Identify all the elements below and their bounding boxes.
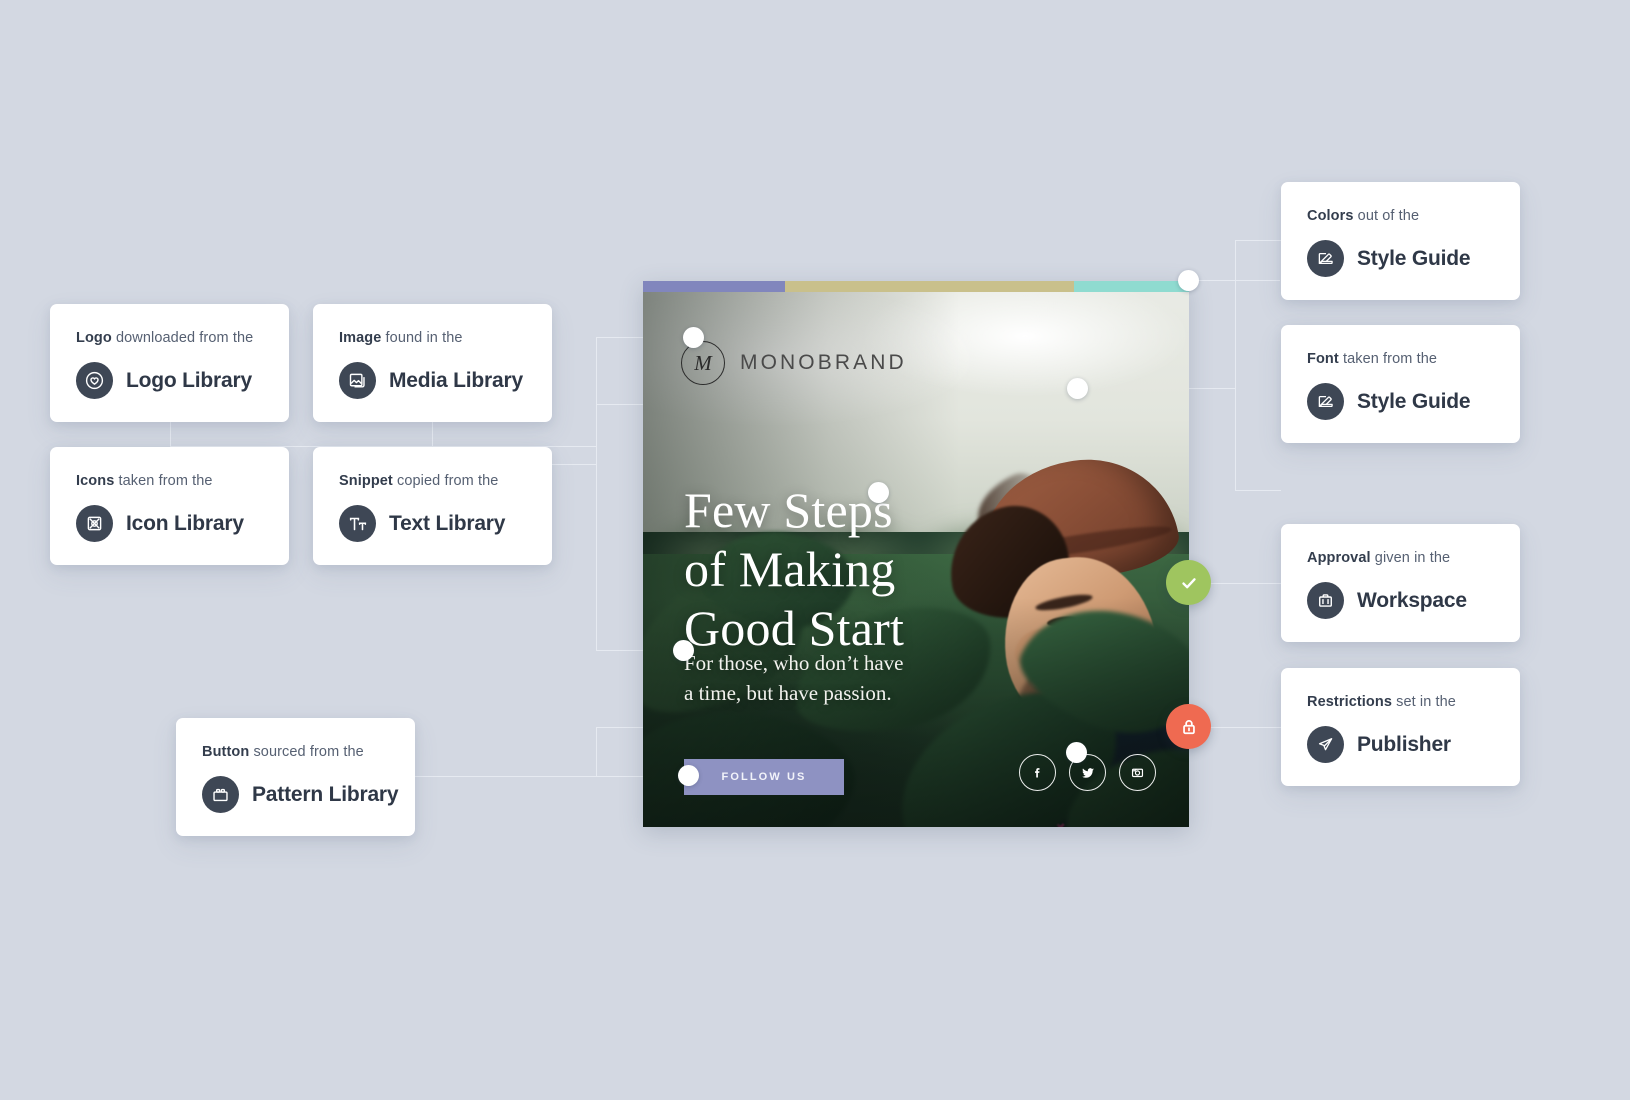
status-badge-approved[interactable] — [1166, 560, 1211, 605]
card-image-caption: Image found in the — [339, 330, 526, 346]
card-colors-caption: Colors out of the — [1307, 208, 1494, 224]
connector-button-vert — [596, 727, 597, 776]
anchor-dot-headline[interactable] — [868, 482, 889, 503]
poster-colorbar — [643, 281, 1189, 292]
card-approval-caption-bold: Approval — [1307, 550, 1371, 566]
card-approval-caption-rest: given in the — [1370, 550, 1451, 566]
connector-approval — [1210, 583, 1282, 584]
card-snippet-caption-rest: copied from the — [392, 473, 499, 489]
card-snippet-caption: Snippet copied from the — [339, 473, 526, 489]
poster-preview[interactable]: ✖ ✖ ✖ ✖ ✖ ✖ M MONOBRAND Few Steps of Mak… — [643, 281, 1189, 827]
card-font-title: Style Guide — [1357, 389, 1471, 413]
card-colors-caption-rest: out of the — [1353, 208, 1420, 224]
instagram-icon[interactable] — [1119, 754, 1156, 791]
connector-colors-card — [1235, 240, 1281, 241]
color-swatch-icon — [1307, 383, 1344, 420]
card-button-caption-bold: Button — [202, 744, 250, 760]
card-restrictions[interactable]: Restrictions set in the Publisher — [1281, 668, 1520, 786]
follow-us-button[interactable]: FOLLOW US — [684, 759, 844, 795]
card-colors-caption-bold: Colors — [1307, 208, 1354, 224]
monobrand-logo-icon: M — [681, 341, 725, 385]
colorbar-swatch-periwinkle — [643, 281, 785, 292]
paper-plane-icon — [1307, 726, 1344, 763]
card-icons-title: Icon Library — [126, 511, 244, 535]
connector-colors-vert — [1235, 240, 1236, 490]
connector-logo-stub — [170, 418, 171, 446]
pattern-brick-icon — [202, 776, 239, 813]
anchor-dot-social[interactable] — [1066, 742, 1087, 763]
card-snippet[interactable]: Snippet copied from the Text Library — [313, 447, 552, 565]
check-icon — [1181, 577, 1196, 588]
card-font-caption-bold: Font — [1307, 351, 1339, 367]
poster-subhead: For those, who don’t have a time, but ha… — [684, 649, 904, 709]
card-restrictions-title: Publisher — [1357, 732, 1451, 756]
icon-grid-icon — [76, 505, 113, 542]
colorbar-swatch-mint — [1074, 281, 1189, 292]
card-logo-title: Logo Library — [126, 368, 252, 392]
card-logo-caption-bold: Logo — [76, 330, 112, 346]
card-button-caption-rest: sourced from the — [249, 744, 364, 760]
lock-icon — [1182, 719, 1195, 734]
card-image-caption-bold: Image — [339, 330, 382, 346]
photo-stack-icon — [339, 362, 376, 399]
card-icons-caption: Icons taken from the — [76, 473, 263, 489]
card-font[interactable]: Font taken from the Style Guide — [1281, 325, 1520, 443]
card-image-caption-rest: found in the — [381, 330, 463, 346]
card-approval-title: Workspace — [1357, 588, 1467, 612]
card-restrictions-caption: Restrictions set in the — [1307, 694, 1494, 710]
connector-image-vert — [596, 404, 597, 464]
poster-brand-name: MONOBRAND — [740, 351, 907, 374]
card-button[interactable]: Button sourced from the Pattern Library — [176, 718, 415, 836]
card-colors[interactable]: Colors out of the Style Guide — [1281, 182, 1520, 300]
card-restrictions-caption-bold: Restrictions — [1307, 694, 1392, 710]
card-snippet-title: Text Library — [389, 511, 506, 535]
card-logo-caption: Logo downloaded from the — [76, 330, 263, 346]
card-font-caption: Font taken from the — [1307, 351, 1494, 367]
poster-headline: Few Steps of Making Good Start — [684, 481, 904, 658]
connector-image-dot — [596, 404, 648, 405]
briefcase-icon — [1307, 582, 1344, 619]
connector-font-card — [1235, 490, 1281, 491]
card-image[interactable]: Image found in the Media Library — [313, 304, 552, 422]
poster-logo-row: M MONOBRAND — [681, 341, 907, 385]
connector-restrictions — [1210, 727, 1282, 728]
facebook-icon[interactable] — [1019, 754, 1056, 791]
colorbar-swatch-khaki — [784, 281, 1075, 292]
anchor-dot-image[interactable] — [1067, 378, 1088, 399]
anchor-dot-snippet[interactable] — [673, 640, 694, 661]
anchor-dot-colors[interactable] — [1178, 270, 1199, 291]
card-approval[interactable]: Approval given in the Workspace — [1281, 524, 1520, 642]
card-restrictions-caption-rest: set in the — [1392, 694, 1456, 710]
connector-snippet-vert — [596, 464, 597, 650]
card-image-title: Media Library — [389, 368, 523, 392]
status-badge-locked[interactable] — [1166, 704, 1211, 749]
poster-headline-line2: of Making — [684, 541, 896, 597]
poster-social-links — [1019, 754, 1156, 791]
poster-subhead-line2: a time, but have passion. — [684, 680, 892, 705]
card-logo-caption-rest: downloaded from the — [111, 330, 254, 346]
card-snippet-caption-bold: Snippet — [339, 473, 393, 489]
card-approval-caption: Approval given in the — [1307, 550, 1494, 566]
heart-shield-icon — [76, 362, 113, 399]
card-icons-caption-bold: Icons — [76, 473, 115, 489]
card-icons-caption-rest: taken from the — [114, 473, 213, 489]
text-size-icon — [339, 505, 376, 542]
card-button-title: Pattern Library — [252, 782, 399, 806]
connector-colors-dot — [1192, 280, 1280, 281]
diagram-canvas: Logo downloaded from the Logo Library Im… — [0, 0, 1630, 1100]
card-logo[interactable]: Logo downloaded from the Logo Library — [50, 304, 289, 422]
anchor-dot-logo[interactable] — [683, 327, 704, 348]
card-button-caption: Button sourced from the — [202, 744, 389, 760]
poster-subhead-line1: For those, who don’t have — [684, 651, 904, 675]
card-font-caption-rest: taken from the — [1338, 351, 1438, 367]
color-swatch-icon — [1307, 240, 1344, 277]
card-colors-title: Style Guide — [1357, 246, 1471, 270]
anchor-dot-button[interactable] — [678, 765, 699, 786]
card-icons[interactable]: Icons taken from the Icon Library — [50, 447, 289, 565]
